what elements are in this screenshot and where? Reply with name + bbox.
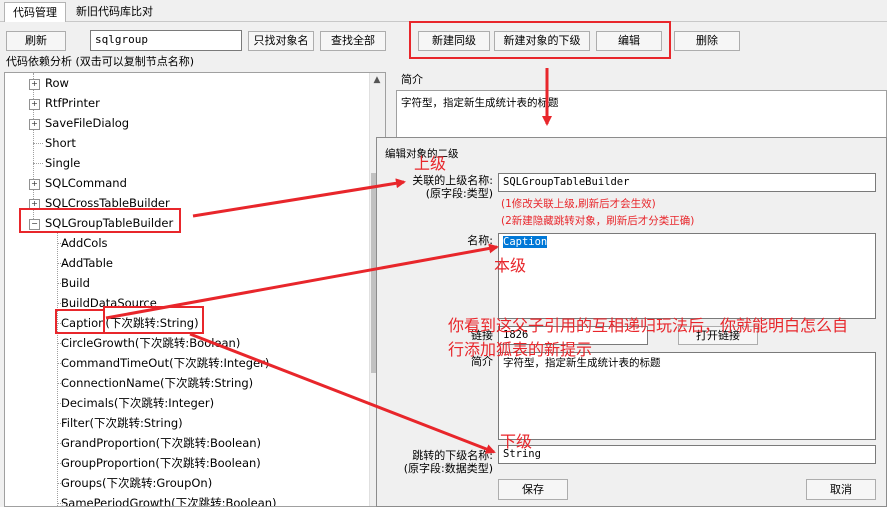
arrow-this xyxy=(105,243,499,320)
annotation-upper: 上级 xyxy=(414,154,447,173)
annotation-this: 本级 xyxy=(494,256,527,275)
arrow-upper xyxy=(192,178,406,218)
annotation-arrows xyxy=(105,68,552,454)
annotation-message: 你看到这父子引用的互相递归玩法后，你就能明白怎么自行添加狐表的新提示 xyxy=(448,316,849,359)
annotation-lower: 下级 xyxy=(500,432,533,451)
